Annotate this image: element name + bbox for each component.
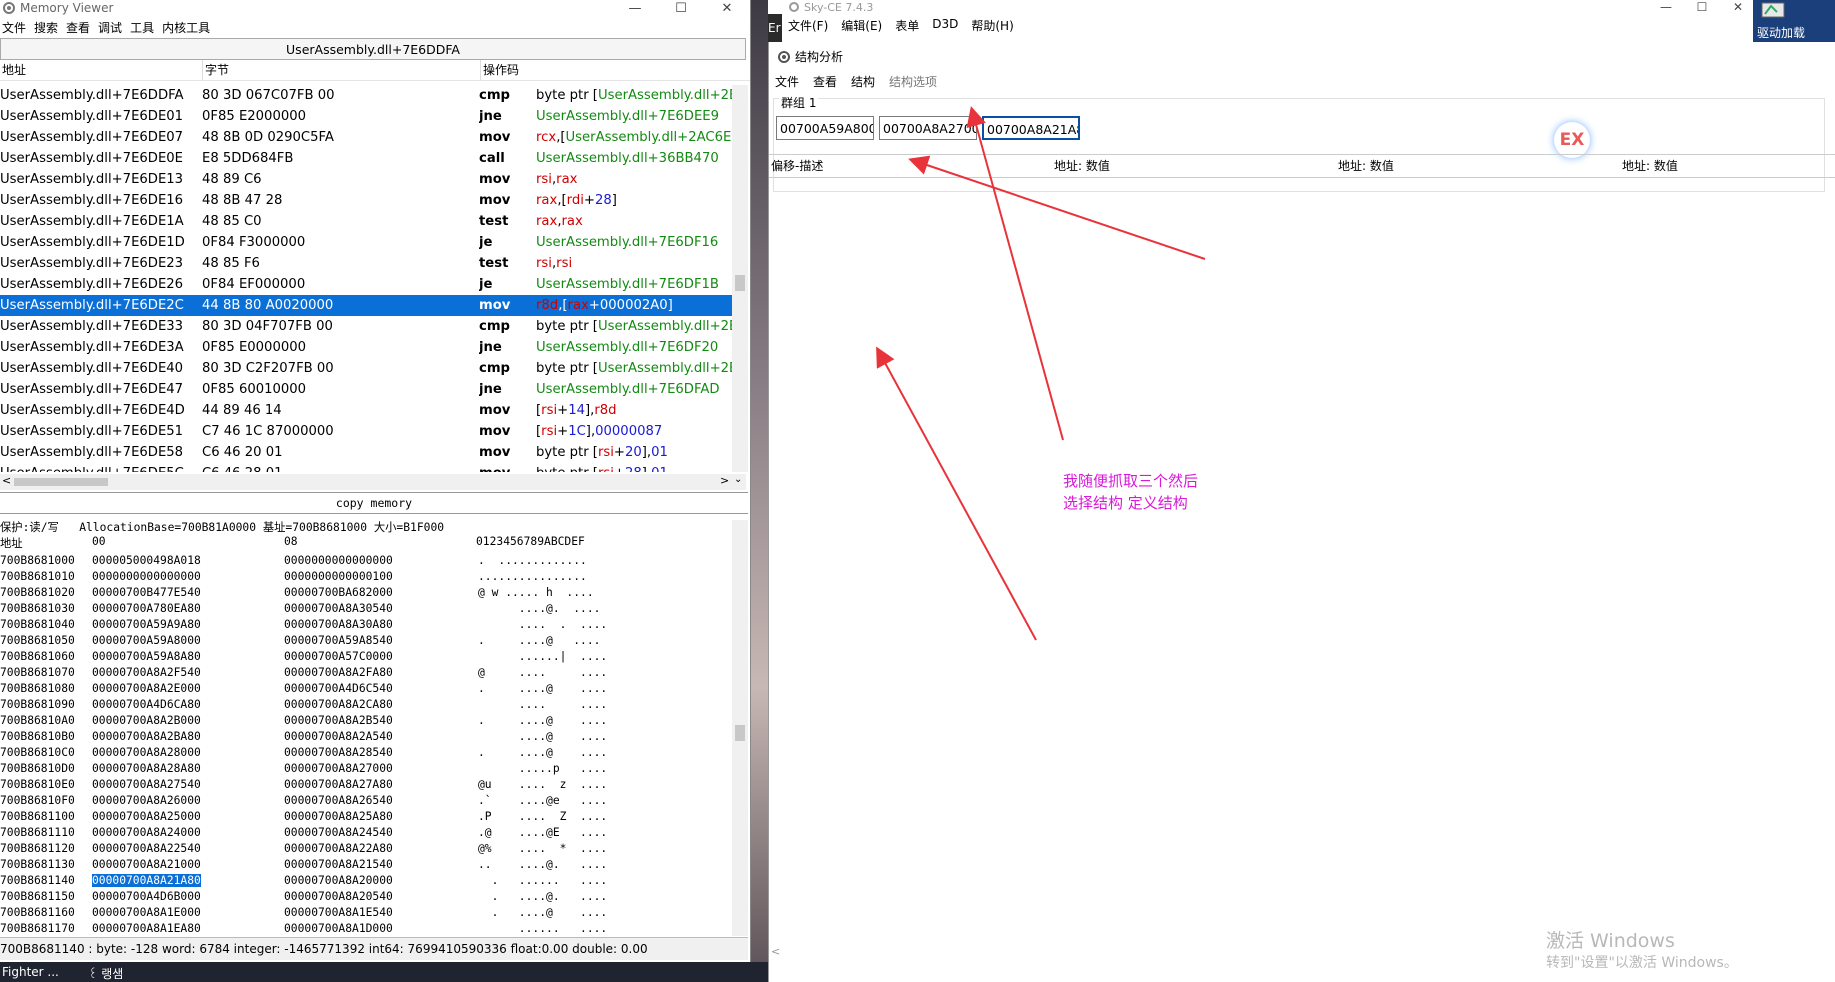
- annotation-text: 我随便抓取三个然后 选择结构 定义结构: [1063, 470, 1198, 514]
- annotation-line-1: 我随便抓取三个然后: [1063, 472, 1199, 490]
- windows-activation-title: 激活 Windows: [1546, 930, 1675, 952]
- arrow-to-offset-list: [876, 346, 1037, 641]
- annotation-line-2: 选择结构 定义结构: [1063, 494, 1188, 512]
- arrow-to-third-address: [966, 106, 1064, 441]
- windows-activation-hint: 转到"设置"以激活 Windows。: [1546, 955, 1738, 971]
- annotation-arrows: [876, 106, 1206, 641]
- arrow-to-first-address: [908, 155, 1206, 260]
